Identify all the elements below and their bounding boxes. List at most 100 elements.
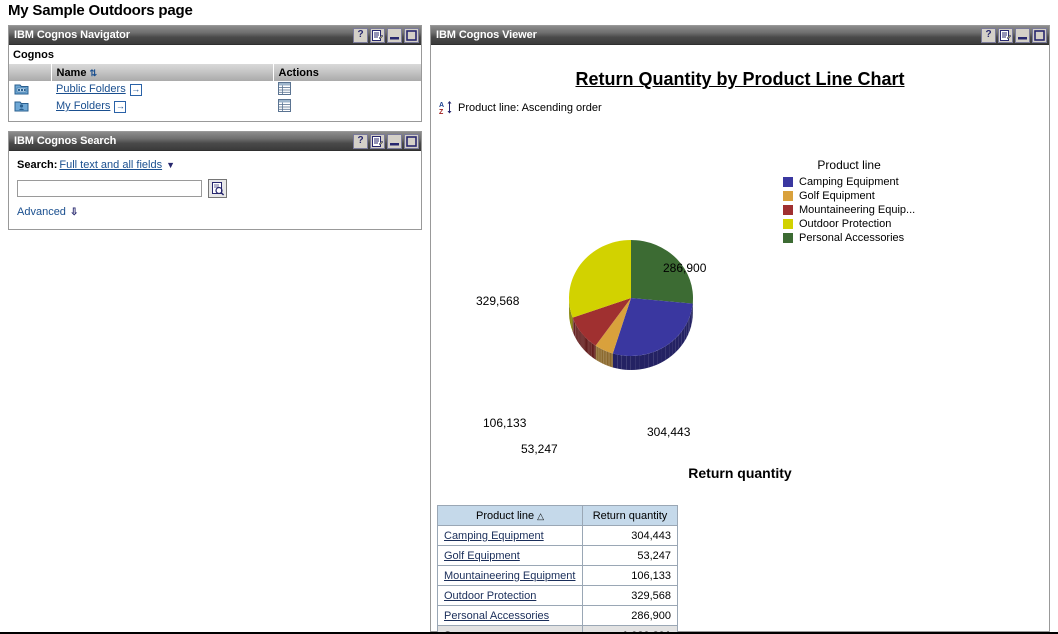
link-personal-accessories[interactable]: Personal Accessories — [444, 610, 549, 622]
navigator-name-cell: My Folders → — [51, 98, 273, 115]
cell-product-line: Outdoor Protection — [437, 585, 583, 606]
navigator-window-controls: ? — [351, 26, 421, 45]
link-outdoor-protection[interactable]: Outdoor Protection — [444, 590, 536, 602]
properties-icon[interactable] — [370, 27, 385, 43]
table-row: Camping Equipment 304,443 — [437, 525, 678, 546]
pie-label-camping-equipment: 304,443 — [647, 425, 691, 439]
help-icon[interactable]: ? — [981, 27, 996, 43]
page-root: My Sample Outdoors page IBM Cognos Navig… — [0, 0, 1058, 634]
minimize-icon[interactable] — [1015, 27, 1030, 43]
cell-return-quantity: 304,443 — [582, 525, 678, 546]
my-folders-open-icon[interactable]: → — [114, 100, 127, 113]
navigator-breadcrumb: Cognos — [13, 49, 54, 61]
more-actions-icon[interactable] — [278, 98, 291, 115]
search-label: Search: — [17, 159, 58, 171]
portlet-cognos-viewer: IBM Cognos Viewer ? Return Quantity by P… — [430, 25, 1050, 632]
sort-ascending-icon[interactable]: △ — [537, 511, 544, 521]
sidebar-item-public-folders[interactable]: Public Folders — [56, 83, 126, 95]
navigator-col-name-label: Name — [56, 66, 87, 79]
sidebar-item-my-folders[interactable]: My Folders — [56, 100, 110, 112]
my-folder-icon-cell — [9, 98, 51, 115]
cell-product-line: Mountaineering Equipment — [437, 565, 583, 586]
public-folders-open-icon[interactable]: → — [129, 83, 142, 96]
table-header-row: Product line △ Return quantity — [437, 505, 678, 526]
column-header-product-line-label: Product line — [475, 509, 535, 522]
link-camping-equipment[interactable]: Camping Equipment — [444, 530, 544, 542]
table-row: Personal Accessories 286,900 — [437, 605, 678, 626]
link-golf-equipment[interactable]: Golf Equipment — [444, 550, 520, 562]
maximize-icon[interactable] — [1032, 27, 1047, 43]
return-quantity-table: Product line △ Return quantity Camping Eq… — [437, 505, 678, 632]
navigator-header-row: Name ⇅ Actions — [9, 64, 421, 81]
navigator-title: IBM Cognos Navigator — [14, 29, 130, 41]
table-row: Public Folders → — [9, 81, 421, 98]
column-header-product-line[interactable]: Product line △ — [437, 505, 583, 526]
navigator-col-name[interactable]: Name ⇅ — [50, 64, 273, 81]
pie-label-golf-equipment: 53,247 — [521, 442, 558, 456]
legend-swatch-camping-equipment — [783, 177, 793, 187]
cell-return-quantity: 106,133 — [582, 565, 678, 586]
sort-toggle-icon[interactable]: ⇅ — [89, 68, 97, 78]
table-row: Golf Equipment 53,247 — [437, 545, 678, 566]
navigator-title-bar: IBM Cognos Navigator ? — [9, 26, 421, 45]
sort-az-ascending-icon: A Z — [439, 100, 453, 116]
cell-return-quantity: 329,568 — [582, 585, 678, 606]
help-icon[interactable]: ? — [353, 27, 368, 43]
legend-label: Camping Equipment — [799, 176, 899, 188]
chevron-down-icon[interactable]: ▼ — [166, 160, 175, 170]
search-mode-row: Search: Full text and all fields ▼ — [9, 151, 421, 171]
public-folder-icon — [14, 84, 29, 98]
navigator-col-actions: Actions — [272, 64, 421, 81]
pie-label-mountaineering-equipment: 106,133 — [483, 416, 527, 430]
my-folder-icon — [14, 101, 29, 115]
navigator-name-cell: Public Folders → — [51, 81, 273, 98]
navigator-actions-cell — [273, 81, 421, 98]
legend-item: Camping Equipment — [783, 175, 915, 189]
portlet-cognos-search: IBM Cognos Search ? Search: Full text and… — [8, 131, 422, 230]
search-title-bar: IBM Cognos Search ? — [9, 132, 421, 151]
chart-legend: Product line Camping Equipment Golf Equi… — [783, 158, 915, 245]
help-icon[interactable]: ? — [353, 133, 368, 149]
pie-label-outdoor-protection: 329,568 — [476, 294, 520, 308]
navigator-table: Name ⇅ Actions Public Folders → My Folde… — [9, 64, 421, 115]
legend-label: Golf Equipment — [799, 190, 875, 202]
properties-icon[interactable] — [370, 133, 385, 149]
table-row: Mountaineering Equipment 106,133 — [437, 565, 678, 586]
summary-label: Summary — [437, 625, 583, 632]
search-button[interactable] — [208, 179, 227, 198]
double-chevron-down-icon[interactable]: ⇩ — [70, 207, 78, 218]
svg-text:Z: Z — [439, 109, 444, 115]
navigator-actions-cell — [273, 98, 421, 115]
advanced-row: Advanced ⇩ — [9, 198, 421, 218]
table-row: Outdoor Protection 329,568 — [437, 585, 678, 606]
minimize-icon[interactable] — [387, 27, 402, 43]
viewer-window-controls: ? — [979, 26, 1049, 45]
sort-note-text: Product line: Ascending order — [458, 101, 602, 114]
cell-product-line: Personal Accessories — [437, 605, 583, 626]
navigator-col-icon — [9, 64, 51, 81]
properties-icon[interactable] — [998, 27, 1013, 43]
maximize-icon[interactable] — [404, 133, 419, 149]
search-mode-dropdown[interactable]: Full text and all fields — [59, 159, 162, 171]
search-window-controls: ? — [351, 132, 421, 151]
cell-return-quantity: 286,900 — [582, 605, 678, 626]
pie-label-personal-accessories: 286,900 — [663, 261, 707, 275]
legend-label: Outdoor Protection — [799, 218, 892, 230]
more-actions-icon[interactable] — [278, 81, 291, 98]
link-mountaineering-equipment[interactable]: Mountaineering Equipment — [444, 570, 575, 582]
legend-swatch-personal-accessories — [783, 233, 793, 243]
table-caption: Return quantity — [688, 465, 792, 481]
cell-product-line: Camping Equipment — [437, 525, 583, 546]
legend-item: Mountaineering Equip... — [783, 203, 915, 217]
legend-label: Personal Accessories — [799, 232, 905, 244]
legend-swatch-outdoor-protection — [783, 219, 793, 229]
pie-chart-svg — [569, 240, 693, 370]
summary-value: 1,080,291 — [582, 625, 678, 632]
legend-item: Outdoor Protection — [783, 217, 915, 231]
advanced-toggle[interactable]: Advanced — [17, 206, 66, 218]
table-summary-row: Summary 1,080,291 — [437, 625, 678, 632]
minimize-icon[interactable] — [387, 133, 402, 149]
maximize-icon[interactable] — [404, 27, 419, 43]
search-input[interactable] — [17, 180, 202, 197]
column-header-return-quantity[interactable]: Return quantity — [582, 505, 678, 526]
